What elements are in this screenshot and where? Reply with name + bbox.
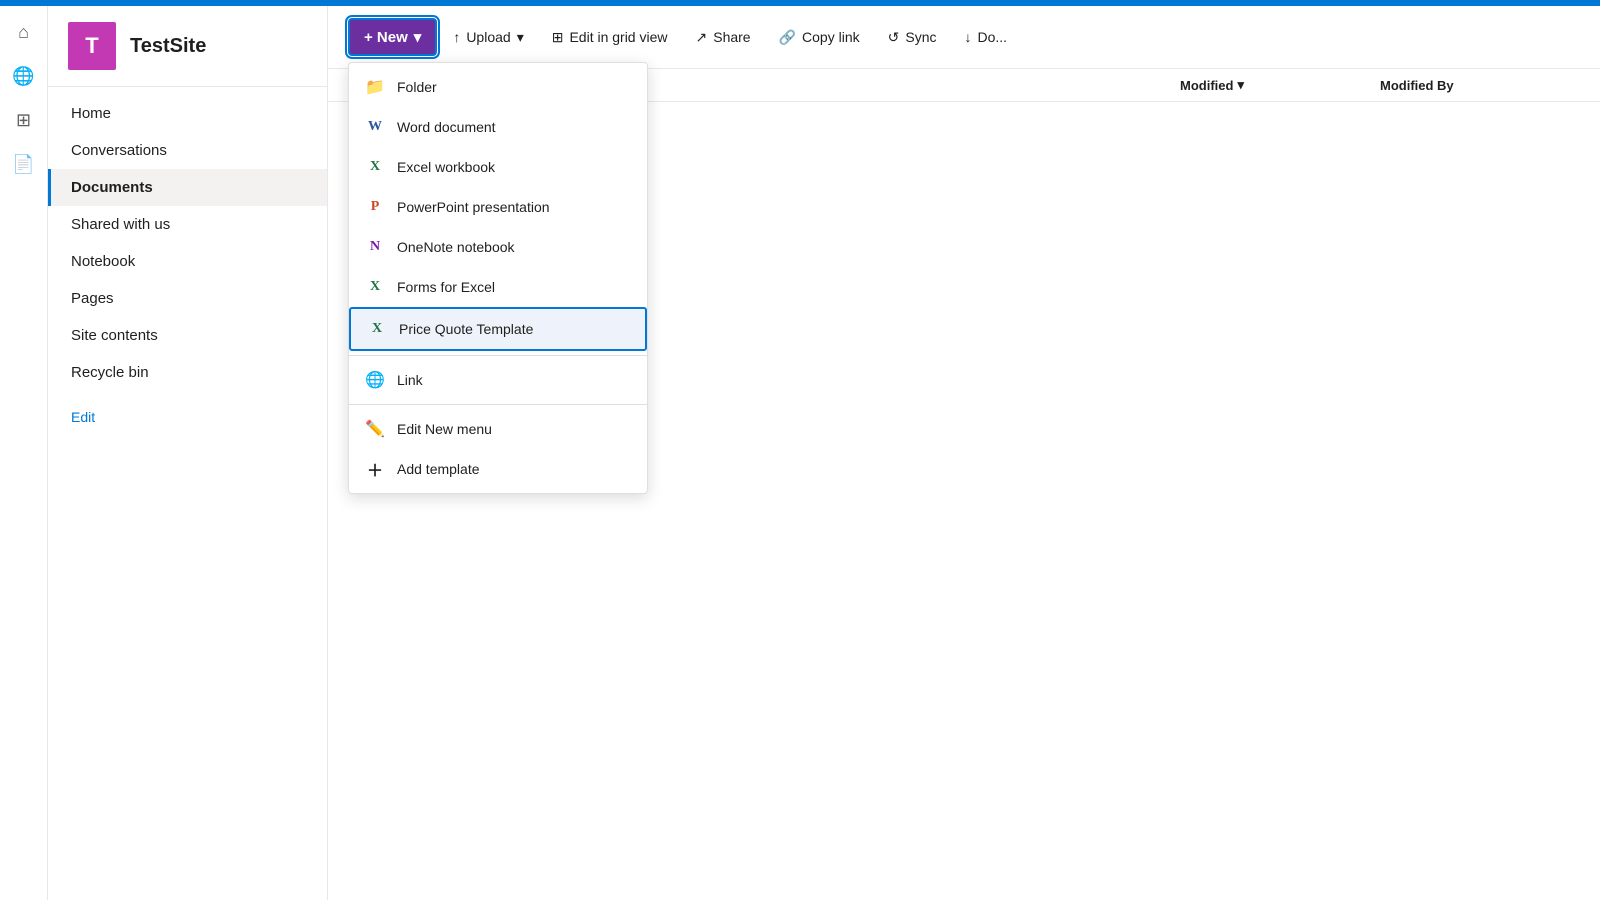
site-title: TestSite (130, 35, 206, 58)
dropdown-item-edit-new[interactable]: ✏️ Edit New menu (349, 409, 647, 449)
dropdown-item-onenote[interactable]: N OneNote notebook (349, 227, 647, 267)
nav-item-site-contents[interactable]: Site contents (48, 317, 327, 354)
share-icon: ↗ (696, 29, 708, 46)
upload-chevron-icon: ▾ (517, 29, 524, 46)
dropdown-item-link[interactable]: 🌐 Link (349, 360, 647, 400)
pencil-icon: ✏️ (365, 419, 385, 439)
dropdown-divider-2 (349, 404, 647, 405)
new-dropdown-menu: 📁 Folder W Word document X Excel workboo… (348, 62, 648, 494)
nav-item-edit[interactable]: Edit (48, 399, 327, 435)
price-quote-icon: X (367, 319, 387, 339)
onenote-icon: N (365, 237, 385, 257)
nav-item-conversations[interactable]: Conversations (48, 132, 327, 169)
new-button[interactable]: + New ▾ (348, 18, 437, 56)
sort-icon: ▾ (1237, 77, 1244, 93)
do-button[interactable]: ↓ Do... (952, 21, 1019, 53)
plus-icon: ＋ (365, 459, 385, 479)
link-globe-icon: 🌐 (365, 370, 385, 390)
site-header: T TestSite (48, 6, 327, 87)
folder-icon: 📁 (365, 77, 385, 97)
sync-button[interactable]: ↺ Sync (876, 21, 949, 54)
toolbar: + New ▾ ↑ Upload ▾ ⊞ Edit in grid view ↗… (328, 6, 1600, 69)
dropdown-item-add-template[interactable]: ＋ Add template (349, 449, 647, 489)
dropdown-item-forms[interactable]: X Forms for Excel (349, 267, 647, 307)
excel-icon: X (365, 157, 385, 177)
dropdown-item-folder[interactable]: 📁 Folder (349, 67, 647, 107)
dropdown-item-excel[interactable]: X Excel workbook (349, 147, 647, 187)
share-button[interactable]: ↗ Share (684, 21, 763, 54)
grid-view-icon: ⊞ (552, 29, 564, 46)
main-content: + New ▾ ↑ Upload ▾ ⊞ Edit in grid view ↗… (328, 6, 1600, 900)
nav-item-documents[interactable]: Documents (48, 169, 327, 206)
forms-icon: X (365, 277, 385, 297)
nav-item-pages[interactable]: Pages (48, 280, 327, 317)
word-icon: W (365, 117, 385, 137)
nav-item-recycle-bin[interactable]: Recycle bin (48, 354, 327, 391)
dropdown-item-price-quote[interactable]: X Price Quote Template (349, 307, 647, 351)
upload-icon: ↑ (453, 29, 460, 45)
col-modified-header[interactable]: Modified ▾ (1180, 77, 1380, 93)
dropdown-item-ppt[interactable]: P PowerPoint presentation (349, 187, 647, 227)
dropdown-item-word[interactable]: W Word document (349, 107, 647, 147)
upload-button[interactable]: ↑ Upload ▾ (441, 21, 535, 54)
copy-link-button[interactable]: 🔗 Copy link (767, 21, 872, 54)
sidebar: T TestSite Home Conversations Documents … (48, 6, 328, 900)
icon-rail: ⌂ 🌐 ⊞ 📄 (0, 6, 48, 900)
document-icon[interactable]: 📄 (6, 146, 42, 182)
dropdown-divider (349, 355, 647, 356)
link-icon: 🔗 (779, 29, 796, 46)
nav-item-home[interactable]: Home (48, 95, 327, 132)
grid-icon[interactable]: ⊞ (6, 102, 42, 138)
sync-icon: ↺ (888, 29, 900, 46)
col-modified-by-header[interactable]: Modified By (1380, 78, 1580, 93)
site-logo: T (68, 22, 116, 70)
edit-grid-button[interactable]: ⊞ Edit in grid view (540, 21, 680, 54)
home-icon[interactable]: ⌂ (6, 14, 42, 50)
nav-item-notebook[interactable]: Notebook (48, 243, 327, 280)
nav-item-shared-with-us[interactable]: Shared with us (48, 206, 327, 243)
download-icon: ↓ (964, 29, 971, 45)
globe-icon[interactable]: 🌐 (6, 58, 42, 94)
nav-list: Home Conversations Documents Shared with… (48, 87, 327, 900)
ppt-icon: P (365, 197, 385, 217)
